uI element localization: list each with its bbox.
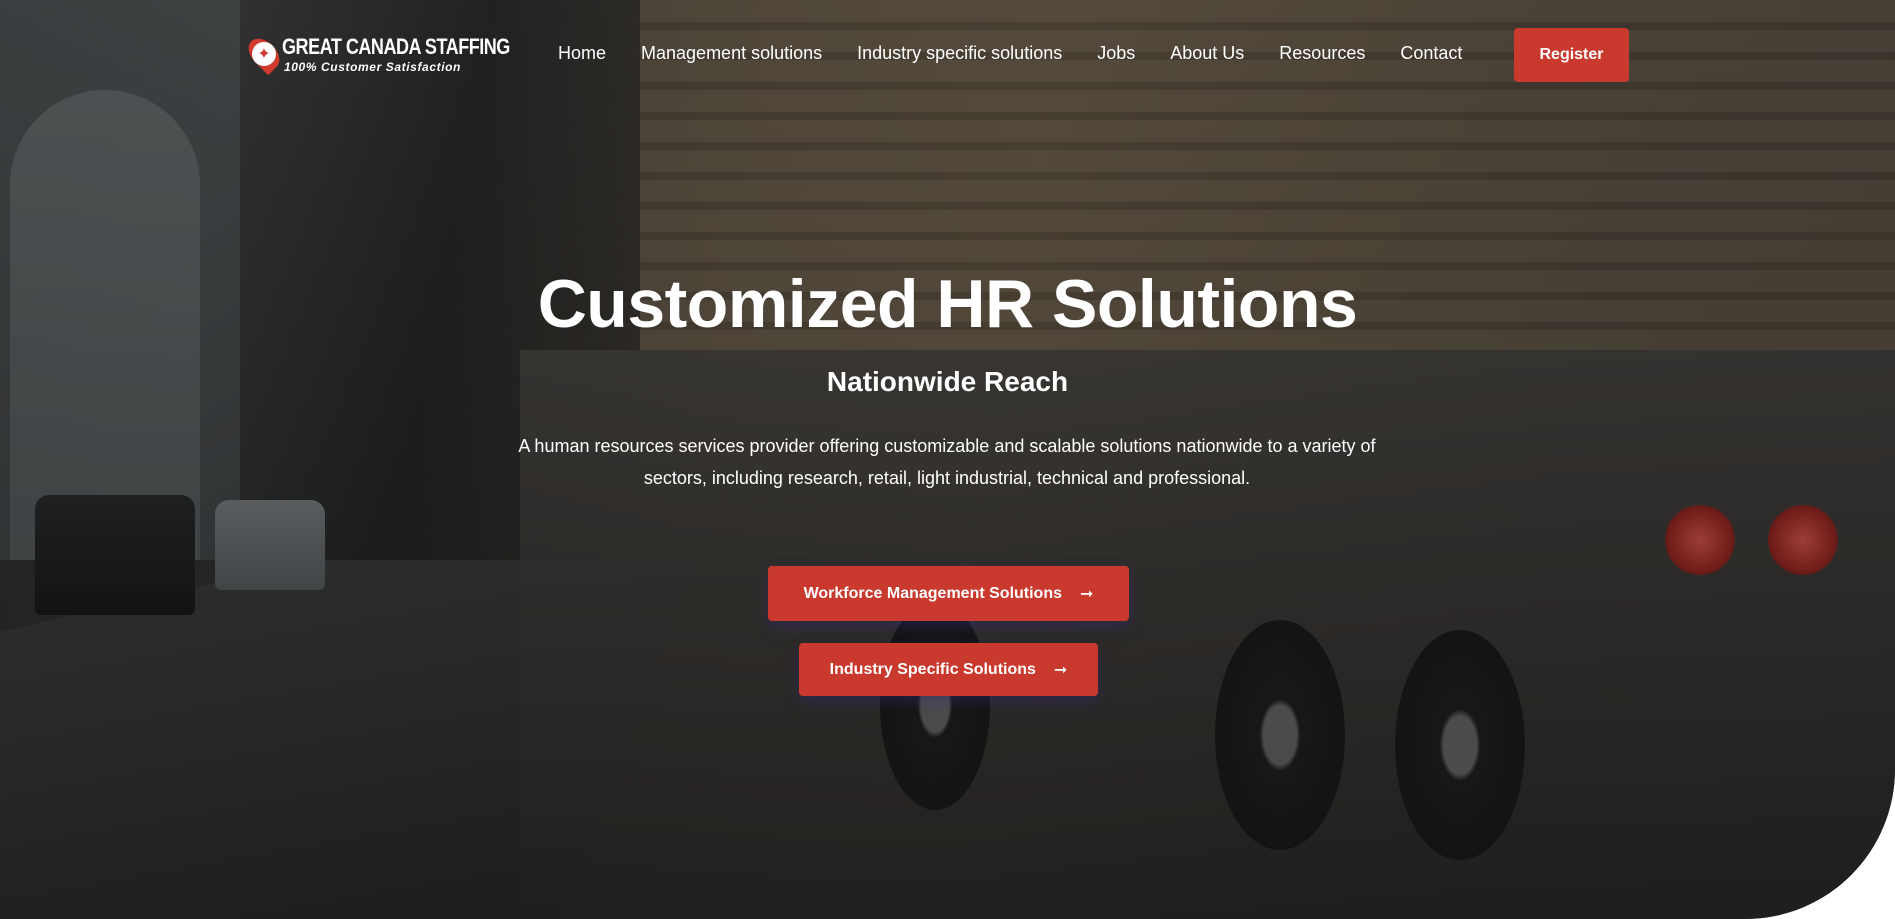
- nav-item-contact[interactable]: Contact: [1400, 40, 1462, 66]
- site-logo[interactable]: ✦ GREAT CANADA STAFFING 100% Customer Sa…: [242, 28, 510, 80]
- logo-name: GREAT CANADA STAFFING: [282, 33, 510, 59]
- nav-item-jobs[interactable]: Jobs: [1097, 40, 1135, 66]
- main-nav: Home Management solutions Industry speci…: [558, 40, 1462, 66]
- hero-description: A human resources services provider offe…: [518, 436, 1376, 488]
- register-button[interactable]: Register: [1514, 28, 1629, 82]
- hero-section: ✦ GREAT CANADA STAFFING 100% Customer Sa…: [0, 0, 1895, 919]
- arrow-right-icon: ➞: [1080, 584, 1094, 603]
- industry-specific-solutions-button[interactable]: Industry Specific Solutions ➞: [799, 643, 1098, 696]
- hero-subtitle: Nationwide Reach: [826, 366, 1069, 397]
- nav-item-industry-specific-solutions[interactable]: Industry specific solutions: [857, 40, 1062, 66]
- nav-item-management-solutions[interactable]: Management solutions: [641, 40, 822, 66]
- button-label: Workforce Management Solutions: [803, 584, 1062, 602]
- hero-title: Customized HR Solutions: [537, 266, 1358, 342]
- nav-item-about-us[interactable]: About Us: [1170, 40, 1244, 66]
- workforce-management-solutions-button[interactable]: Workforce Management Solutions ➞: [768, 566, 1129, 621]
- button-label: Industry Specific Solutions: [829, 660, 1036, 678]
- logo-text: GREAT CANADA STAFFING 100% Customer Sati…: [282, 33, 560, 74]
- nav-item-home[interactable]: Home: [558, 40, 606, 66]
- arrow-right-icon: ➞: [1053, 660, 1068, 679]
- logo-tagline: 100% Customer Satisfaction: [284, 59, 461, 74]
- nav-item-resources[interactable]: Resources: [1279, 40, 1365, 66]
